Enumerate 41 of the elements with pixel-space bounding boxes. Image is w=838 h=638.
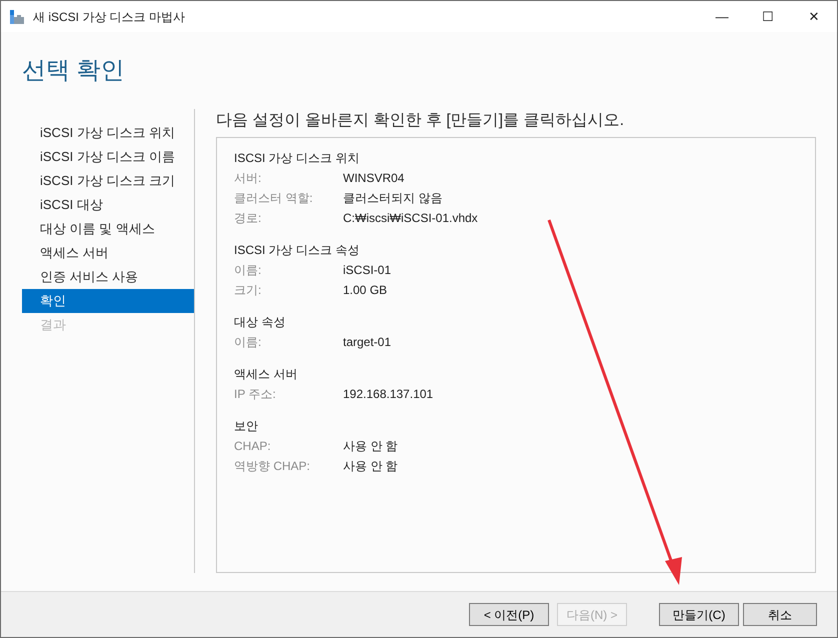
wizard-step[interactable]: iSCSI 가상 디스크 크기: [22, 169, 194, 193]
field-label: CHAP:: [234, 438, 272, 455]
maximize-button[interactable]: ☐: [745, 1, 791, 32]
wizard-button[interactable]: 만들기(C): [659, 603, 739, 626]
field-label: IP 주소:: [234, 386, 277, 403]
field-label: 크기:: [234, 282, 262, 299]
field-value: iSCSI-01: [343, 262, 392, 279]
field-value: 사용 안 함: [343, 458, 398, 475]
page-title: 선택 확인: [22, 56, 125, 86]
field-value: WINSVR04: [343, 170, 404, 187]
wizard-button[interactable]: < 이전(P): [469, 603, 549, 626]
field-label: 역방향 CHAP:: [234, 458, 312, 475]
field-value: 192.168.137.101: [343, 386, 434, 403]
wizard-step[interactable]: iSCSI 가상 디스크 이름: [22, 145, 194, 169]
window-title: 새 iSCSI 가상 디스크 마법사: [33, 8, 186, 26]
field-value: 사용 안 함: [343, 438, 398, 455]
section-heading: 대상 속성: [234, 314, 286, 331]
section-heading: 보안: [234, 418, 259, 435]
field-value: C:₩iscsi₩iSCSI-01.vhdx: [343, 210, 478, 227]
wizard-step[interactable]: 액세스 서버: [22, 241, 194, 265]
field-value: target-01: [343, 334, 392, 351]
wizard-step[interactable]: 확인: [22, 289, 194, 313]
field-label: 경로:: [234, 210, 262, 227]
field-label: 서버:: [234, 170, 262, 187]
section-heading: 액세스 서버: [234, 366, 298, 383]
instruction-text: 다음 설정이 올바른지 확인한 후 [만들기]를 클릭하십시오.: [216, 111, 626, 131]
section-heading: ISCSI 가상 디스크 속성: [234, 242, 360, 259]
field-label: 클러스터 역할:: [234, 190, 314, 207]
wizard-icon: [9, 8, 25, 24]
wizard-step[interactable]: 대상 이름 및 액세스: [22, 217, 194, 241]
field-value: 클러스터되지 않음: [343, 190, 442, 207]
field-label: 이름:: [234, 262, 262, 279]
wizard-step[interactable]: 인증 서비스 사용: [22, 265, 194, 289]
wizard-step[interactable]: iSCSI 가상 디스크 위치: [22, 121, 194, 145]
minimize-button[interactable]: —: [699, 1, 745, 32]
section-heading: ISCSI 가상 디스크 위치: [234, 150, 360, 167]
wizard-step[interactable]: iSCSI 대상: [22, 193, 194, 217]
wizard-button[interactable]: 취소: [743, 603, 817, 626]
close-button[interactable]: ✕: [791, 1, 837, 32]
field-label: 이름:: [234, 334, 262, 351]
field-value: 1.00 GB: [343, 282, 388, 299]
